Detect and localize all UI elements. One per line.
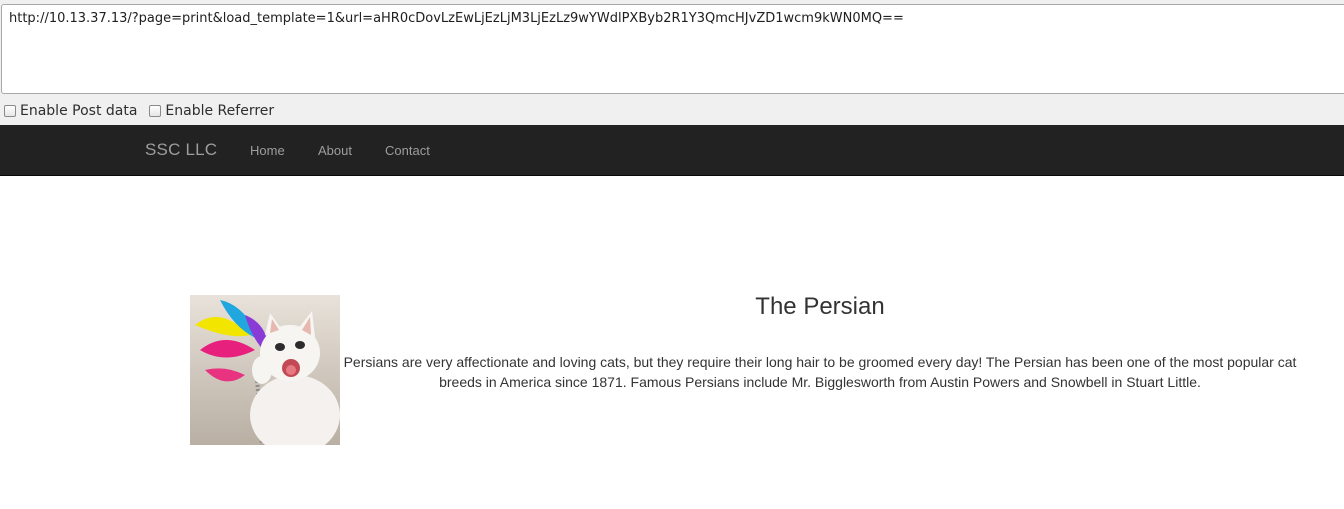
nav-contact-link[interactable]: Contact: [385, 143, 430, 158]
url-input[interactable]: http://10.13.37.13/?page=print&load_temp…: [1, 4, 1344, 94]
hackbar-options: Enable Post data Enable Referrer: [4, 101, 286, 121]
enable-post-data-checkbox[interactable]: [4, 105, 16, 117]
enable-referrer-label: Enable Referrer: [165, 103, 275, 119]
url-text: http://10.13.37.13/?page=print&load_temp…: [9, 11, 904, 26]
hackbar-panel: http://10.13.37.13/?page=print&load_temp…: [0, 0, 1344, 125]
nav-about-link[interactable]: About: [318, 143, 352, 158]
enable-referrer-checkbox[interactable]: [149, 105, 162, 117]
product-title: The Persian: [755, 293, 885, 320]
enable-referrer-option[interactable]: Enable Referrer: [149, 103, 274, 119]
enable-post-data-option[interactable]: Enable Post data: [4, 103, 137, 119]
product-description: Persians are very affectionate and lovin…: [343, 354, 1297, 390]
nav-home-link[interactable]: Home: [250, 143, 285, 158]
brand-link[interactable]: SSC LLC: [145, 140, 217, 160]
top-navbar: SSC LLC Home About Contact: [0, 125, 1344, 176]
persian-cat-image: [190, 295, 340, 445]
enable-post-data-label: Enable Post data: [20, 103, 138, 119]
